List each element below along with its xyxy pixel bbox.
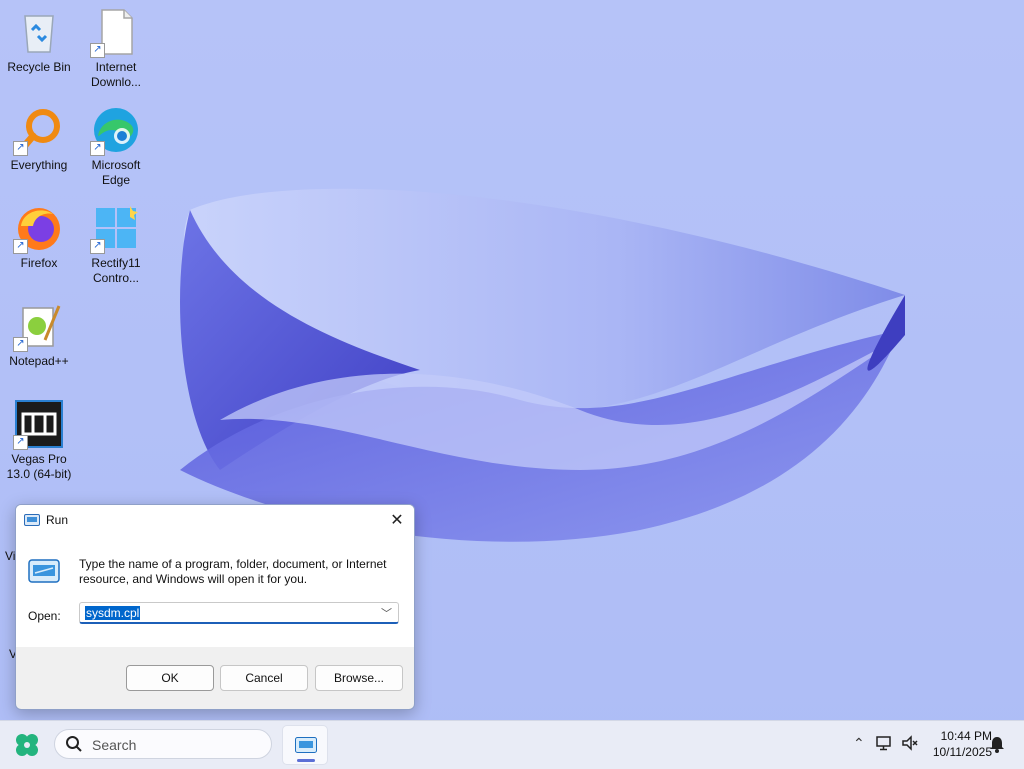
desktop-icon-label: Vegas Pro 13.0 (64-bit) <box>6 452 72 481</box>
network-icon[interactable] <box>875 734 893 752</box>
start-icon[interactable] <box>14 732 40 758</box>
shortcut-arrow-icon: ↗ <box>90 43 105 58</box>
vegas-icon: ↗ <box>13 400 63 450</box>
everything-icon: ↗ <box>13 106 63 156</box>
run-body: Type the name of a program, folder, docu… <box>16 535 414 647</box>
firefox-icon: ↗ <box>13 204 63 254</box>
shortcut-arrow-icon: ↗ <box>13 141 28 156</box>
desktop-icon-label: Microsoft Edge <box>91 158 141 187</box>
desktop-icon-vegas[interactable]: ↗ Vegas Pro 13.0 (64-bit) <box>0 400 78 482</box>
search-placeholder: Search <box>92 737 137 753</box>
desktop-icon-label: Everything <box>10 158 68 172</box>
recycle-bin-icon <box>15 8 63 56</box>
taskbar: Search ⌃ 10:44 PM 10/11/2025 <box>0 720 1024 769</box>
run-description: Type the name of a program, folder, docu… <box>79 557 387 586</box>
volume-icon[interactable] <box>901 734 919 752</box>
partial-desktop-label: Vi <box>5 549 16 563</box>
run-icon <box>28 559 60 583</box>
shortcut-arrow-icon: ↗ <box>90 239 105 254</box>
desktop-icon-edge[interactable]: ↗ Microsoft Edge <box>77 106 155 188</box>
desktop-icon-rectify[interactable]: ↗ Rectify11 Contro... <box>77 204 155 286</box>
search-icon <box>66 736 82 752</box>
desktop-icon-recycle-bin[interactable]: Recycle Bin <box>0 8 78 75</box>
open-input-value[interactable]: sysdm.cpl <box>85 606 141 620</box>
browse-button[interactable]: Browse... <box>315 665 403 691</box>
shortcut-arrow-icon: ↗ <box>13 435 28 450</box>
active-indicator <box>297 759 315 762</box>
desktop-icon-label: Recycle Bin <box>7 60 71 74</box>
chevron-down-icon[interactable]: ﹀ <box>381 605 392 621</box>
desktop-icon-label: Internet Downlo... <box>90 60 142 89</box>
desktop-icon-firefox[interactable]: ↗ Firefox <box>0 204 78 271</box>
clock-time: 10:44 PM <box>940 729 992 743</box>
close-button[interactable]: ✕ <box>380 505 414 535</box>
desktop-icon-internet-download[interactable]: ↗ Internet Downlo... <box>77 8 155 90</box>
notepadpp-icon: ↗ <box>13 302 63 352</box>
taskbar-run-app[interactable] <box>282 725 328 765</box>
show-hidden-icons-button[interactable]: ⌃ <box>853 735 865 752</box>
cancel-button[interactable]: Cancel <box>220 665 308 691</box>
bell-icon[interactable] <box>989 735 1005 753</box>
shortcut-arrow-icon: ↗ <box>13 337 28 352</box>
open-combobox[interactable]: sysdm.cpl ﹀ <box>79 602 399 624</box>
wallpaper-bloom <box>180 188 905 542</box>
run-title: Run <box>46 513 69 527</box>
desktop-icon-notepadpp[interactable]: ↗ Notepad++ <box>0 302 78 369</box>
edge-icon: ↗ <box>90 106 140 156</box>
search-box[interactable]: Search <box>54 729 272 759</box>
desktop-icon-label: Rectify11 Contro... <box>91 256 141 285</box>
shortcut-arrow-icon: ↗ <box>13 239 28 254</box>
run-titlebar[interactable]: Run ✕ <box>16 505 414 535</box>
clock[interactable]: 10:44 PM 10/11/2025 <box>918 728 992 760</box>
rectify-icon: ↗ <box>90 204 140 254</box>
run-icon <box>295 737 317 753</box>
clock-date: 10/11/2025 <box>932 745 992 759</box>
shortcut-arrow-icon: ↗ <box>90 141 105 156</box>
close-icon: ✕ <box>390 512 404 529</box>
desktop-icon-label: Notepad++ <box>9 354 69 368</box>
open-label: Open: <box>28 609 61 623</box>
desktop-icon-everything[interactable]: ↗ Everything <box>0 106 78 173</box>
ok-button[interactable]: OK <box>126 665 214 691</box>
file-icon: ↗ <box>90 8 140 58</box>
run-dialog: Run ✕ Type the name of a program, folder… <box>15 504 415 710</box>
desktop-icon-label: Firefox <box>20 256 58 270</box>
run-icon <box>24 514 40 526</box>
